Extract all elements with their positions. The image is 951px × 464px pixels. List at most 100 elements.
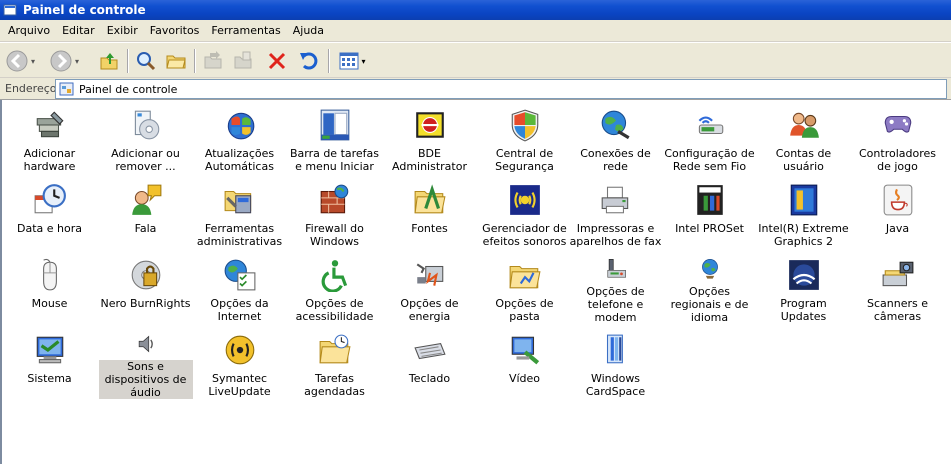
scheduled-tasks-icon bbox=[319, 334, 351, 364]
cp-item-controladores-jogo[interactable]: Controladores de jogo bbox=[850, 102, 945, 174]
item-label: Intel(R) Extreme Graphics 2 bbox=[758, 222, 849, 248]
user-accounts-icon bbox=[789, 112, 819, 138]
cp-item-firewall[interactable]: Firewall do Windows bbox=[287, 177, 382, 249]
internet-options-icon bbox=[224, 259, 255, 291]
admin-tools-icon bbox=[224, 190, 251, 214]
item-label: Contas de usuário bbox=[775, 147, 832, 173]
back-dropdown-icon[interactable]: ▾ bbox=[31, 57, 35, 66]
toolbar-separator bbox=[127, 49, 129, 73]
cp-item-tarefas-agendadas[interactable]: Tarefas agendadas bbox=[287, 327, 382, 399]
intel-graphics-icon bbox=[790, 184, 817, 216]
menu-ferramentas[interactable]: Ferramentas bbox=[205, 20, 286, 42]
cp-item-opcoes-pasta[interactable]: Opções de pasta bbox=[477, 252, 572, 324]
cp-item-intel-graphics[interactable]: Intel(R) Extreme Graphics 2 bbox=[756, 177, 851, 249]
cp-item-contas-usuario[interactable]: Contas de usuário bbox=[756, 102, 851, 174]
item-label: Sistema bbox=[27, 372, 72, 385]
cp-item-symantec[interactable]: Symantec LiveUpdate bbox=[192, 327, 287, 399]
menu-favoritos[interactable]: Favoritos bbox=[144, 20, 206, 42]
menu-bar: Arquivo Editar Exibir Favoritos Ferramen… bbox=[0, 20, 951, 42]
security-center-shield-icon bbox=[511, 109, 538, 142]
symantec-liveupdate-icon bbox=[225, 335, 254, 365]
cp-item-cardspace[interactable]: Windows CardSpace bbox=[568, 327, 663, 399]
item-label: Opções de telefone e modem bbox=[586, 285, 645, 324]
window-title: Painel de controle bbox=[23, 3, 146, 17]
cp-item-sistema[interactable]: Sistema bbox=[2, 327, 97, 399]
cp-item-telefone-modem[interactable]: Opções de telefone e modem bbox=[568, 252, 663, 324]
cp-item-impressoras[interactable]: Impressoras e aparelhos de fax bbox=[568, 177, 663, 249]
cp-item-java[interactable]: Java bbox=[850, 177, 945, 249]
cp-item-nero-burnrights[interactable]: Nero BurnRights bbox=[98, 252, 193, 324]
item-label: Gerenciador de efeitos sonoros bbox=[482, 222, 567, 248]
system-icon bbox=[36, 336, 63, 364]
cp-item-conexoes-rede[interactable]: Conexões de rede bbox=[568, 102, 663, 174]
speech-icon bbox=[131, 184, 161, 215]
item-label: Configuração de Rede sem Fio bbox=[664, 147, 755, 173]
cp-item-opcoes-regionais[interactable]: Opções regionais e de idioma bbox=[662, 252, 757, 324]
folders-button[interactable] bbox=[163, 48, 189, 74]
item-label: Ferramentas administrativas bbox=[196, 222, 283, 248]
move-to-button[interactable] bbox=[200, 48, 226, 74]
cp-item-gerenciador-sonoros[interactable]: Gerenciador de efeitos sonoros bbox=[477, 177, 572, 249]
video-icon bbox=[511, 336, 539, 365]
forward-dropdown-icon[interactable]: ▾ bbox=[75, 57, 79, 66]
cp-item-acessibilidade[interactable]: Opções de acessibilidade bbox=[287, 252, 382, 324]
views-grid-icon bbox=[339, 52, 359, 70]
cp-item-teclado[interactable]: Teclado bbox=[382, 327, 477, 399]
menu-editar[interactable]: Editar bbox=[56, 20, 101, 42]
up-folder-icon bbox=[100, 53, 118, 70]
cp-item-fontes[interactable]: Fontes bbox=[382, 177, 477, 249]
cp-item-opcoes-internet[interactable]: Opções da Internet bbox=[192, 252, 287, 324]
forward-button[interactable]: ▾ bbox=[48, 48, 80, 74]
item-label: Fontes bbox=[411, 222, 448, 235]
control-panel-small-icon bbox=[59, 82, 74, 96]
views-button[interactable]: ▾ bbox=[334, 48, 370, 74]
add-hardware-icon bbox=[36, 111, 64, 138]
cp-item-data-hora[interactable]: Data e hora bbox=[2, 177, 97, 249]
item-label: Intel PROSet bbox=[675, 222, 744, 235]
views-dropdown-icon[interactable]: ▾ bbox=[361, 57, 365, 66]
cp-item-mouse[interactable]: Mouse bbox=[2, 252, 97, 324]
delete-button[interactable] bbox=[264, 48, 290, 74]
program-updates-icon bbox=[788, 260, 819, 290]
address-input[interactable]: Painel de controle bbox=[55, 79, 947, 99]
item-label: Data e hora bbox=[17, 222, 82, 235]
toolbar-separator bbox=[328, 49, 330, 73]
title-bar[interactable]: Painel de controle bbox=[0, 0, 951, 20]
cp-item-adicionar-remover[interactable]: Adicionar ou remover ... bbox=[98, 102, 193, 174]
up-folder-button[interactable] bbox=[96, 48, 122, 74]
item-label: Opções regionais e de idioma bbox=[670, 285, 749, 324]
taskbar-start-menu-icon bbox=[320, 109, 349, 141]
cp-item-program-updates[interactable]: Program Updates bbox=[756, 252, 851, 324]
folders-icon bbox=[166, 55, 186, 69]
cp-item-sons-audio[interactable]: Sons e dispositivos de áudio bbox=[98, 327, 193, 399]
cp-item-intel-proset[interactable]: Intel PROSet bbox=[662, 177, 757, 249]
keyboard-icon bbox=[413, 343, 446, 360]
back-button[interactable]: ▾ bbox=[4, 48, 36, 74]
cp-item-barra-tarefas[interactable]: Barra de tarefas e menu Iniciar bbox=[287, 102, 382, 174]
cp-item-opcoes-energia[interactable]: Opções de energia bbox=[382, 252, 477, 324]
cp-item-rede-sem-fio[interactable]: Configuração de Rede sem Fio bbox=[662, 102, 757, 174]
cp-item-adicionar-hardware[interactable]: Adicionar hardware bbox=[2, 102, 97, 174]
cp-item-bde-admin[interactable]: BDE Administrator bbox=[382, 102, 477, 174]
copy-to-button[interactable] bbox=[230, 48, 256, 74]
cp-item-fala[interactable]: Fala bbox=[98, 177, 193, 249]
menu-exibir[interactable]: Exibir bbox=[101, 20, 144, 42]
game-controller-icon bbox=[884, 115, 911, 133]
item-label: Opções da Internet bbox=[210, 297, 269, 323]
wireless-network-icon bbox=[698, 116, 723, 135]
cp-item-scanners-cameras[interactable]: Scanners e câmeras bbox=[850, 252, 945, 324]
cp-item-video[interactable]: Vídeo bbox=[477, 327, 572, 399]
menu-ajuda[interactable]: Ajuda bbox=[287, 20, 330, 42]
undo-icon bbox=[300, 52, 318, 70]
search-button[interactable] bbox=[133, 48, 159, 74]
item-label: Central de Segurança bbox=[495, 147, 554, 173]
item-label: Atualizações Automáticas bbox=[204, 147, 275, 173]
cp-item-ferramentas-admin[interactable]: Ferramentas administrativas bbox=[192, 177, 287, 249]
java-icon bbox=[883, 184, 912, 216]
menu-arquivo[interactable]: Arquivo bbox=[0, 20, 56, 42]
item-label: Opções de acessibilidade bbox=[295, 297, 374, 323]
cp-item-atualizacoes[interactable]: Atualizações Automáticas bbox=[192, 102, 287, 174]
item-label: Adicionar hardware bbox=[23, 147, 76, 173]
cp-item-central-seguranca[interactable]: Central de Segurança bbox=[477, 102, 572, 174]
undo-button[interactable] bbox=[296, 48, 322, 74]
